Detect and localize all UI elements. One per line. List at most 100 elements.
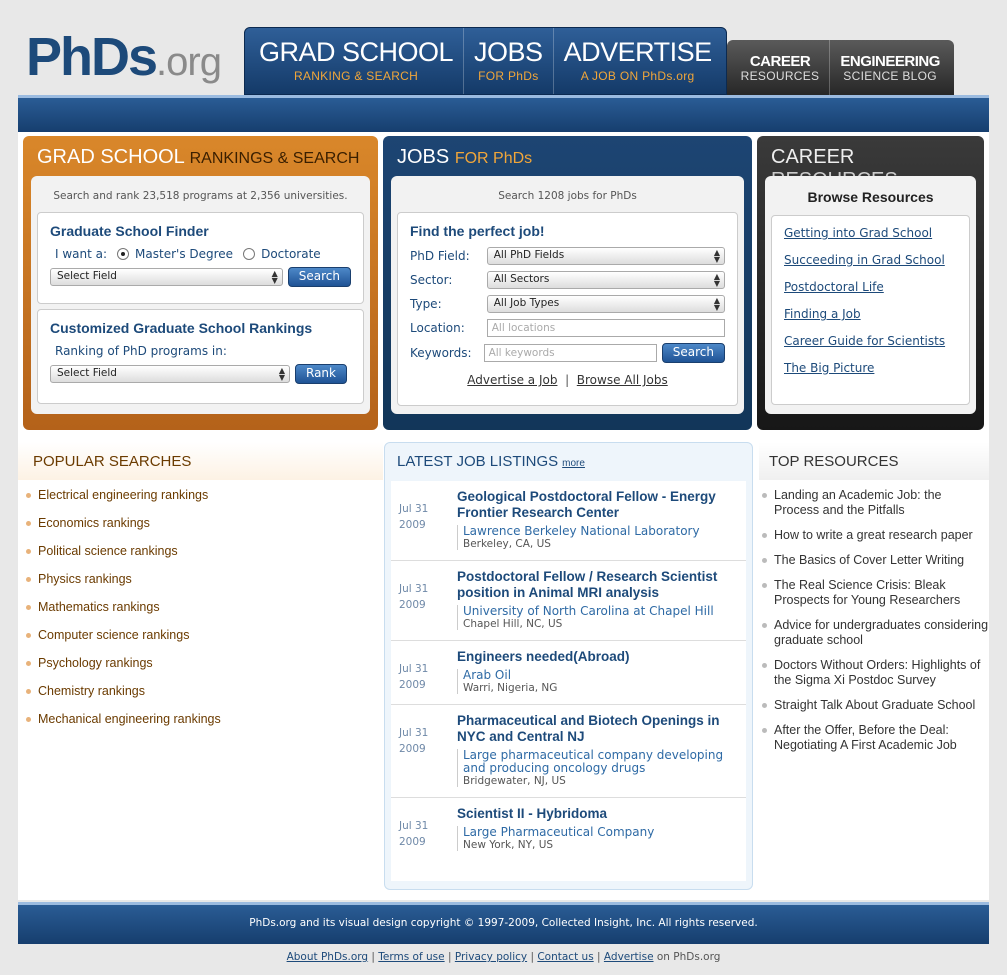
jobs-intro: Search 1208 jobs for PhDs [498, 190, 637, 202]
job-title[interactable]: Postdoctoral Fellow / Research Scientist… [457, 569, 738, 601]
career-link[interactable]: Postdoctoral Life [784, 280, 957, 294]
panel-title: GRAD SCHOOL RANKINGS & SEARCH [37, 146, 360, 168]
content-area: GRAD SCHOOL RANKINGS & SEARCH Search and… [18, 132, 989, 900]
job-links: Advertise a Job | Browse All Jobs [467, 373, 668, 387]
career-link[interactable]: Career Guide for Scientists [784, 334, 957, 348]
keywords-input[interactable]: All keywords [483, 344, 657, 362]
popular-search-item[interactable]: Computer science rankings [18, 628, 383, 656]
nav-grad-school[interactable]: GRAD SCHOOL RANKING & SEARCH [249, 28, 465, 94]
nav-jobs[interactable]: JOBS FOR PhDs [464, 28, 554, 94]
site-logo[interactable]: PhDs.org [26, 30, 222, 84]
career-link[interactable]: Getting into Grad School [784, 226, 957, 240]
popular-search-item[interactable]: Political science rankings [18, 544, 383, 572]
popular-search-item[interactable]: Economics rankings [18, 516, 383, 544]
top-resource-item[interactable]: Landing an Academic Job: the Process and… [759, 488, 989, 528]
footer-link-terms[interactable]: Terms of use [378, 951, 444, 963]
career-links-card: Getting into Grad School Succeeding in G… [771, 215, 970, 405]
footer-link-privacy[interactable]: Privacy policy [455, 951, 527, 963]
top-navigation: GRAD SCHOOL RANKING & SEARCH JOBS FOR PhDs… [244, 27, 954, 96]
job-type-select[interactable]: All Job Types ▲ ▼ [486, 295, 725, 313]
select-arrows-icon: ▲ ▼ [278, 366, 285, 382]
top-resource-item[interactable]: Doctors Without Orders: Highlights of th… [759, 658, 989, 698]
popular-search-item[interactable]: Mechanical engineering rankings [18, 712, 383, 740]
nav-career-resources[interactable]: CAREER RESOURCES [731, 40, 831, 96]
popular-search-item[interactable]: Chemistry rankings [18, 684, 383, 712]
phd-field-select[interactable]: All PhD Fields ▲ ▼ [486, 247, 725, 265]
select-arrows-icon: ▲ ▼ [713, 296, 720, 312]
jobs-panel-body: Search 1208 jobs for PhDs Find the perfe… [391, 176, 744, 414]
job-search-card: Find the perfect job! PhD Field: All PhD … [397, 212, 738, 406]
grad-intro: Search and rank 23,518 programs at 2,356… [53, 190, 348, 202]
copyright-text: PhDs.org and its visual design copyright… [249, 917, 758, 929]
advertise-job-link[interactable]: Advertise a Job [467, 373, 557, 387]
finder-field-select[interactable]: Select Field ▲ ▼ [50, 268, 283, 286]
job-title[interactable]: Scientist II - Hybridoma [457, 806, 738, 822]
top-resource-item[interactable]: Advice for undergraduates considering gr… [759, 618, 989, 658]
popular-searches: POPULAR SEARCHES Electrical engineering … [18, 442, 383, 740]
top-resources: TOP RESOURCES Landing an Academic Job: t… [759, 442, 989, 763]
masters-radio[interactable] [117, 248, 130, 260]
type-label: Type: [410, 297, 442, 311]
job-listing[interactable]: Jul 31 2009 Scientist II - Hybridoma Large… [391, 798, 746, 861]
footer-link-advertise[interactable]: Advertise [604, 951, 654, 963]
location-input[interactable]: All locations [486, 319, 725, 337]
top-resource-item[interactable]: The Basics of Cover Letter Writing [759, 553, 989, 578]
job-listing[interactable]: Jul 31 2009 Postdoctoral Fellow / Researc… [391, 561, 746, 641]
grad-panel-body: Search and rank 23,518 programs at 2,356… [31, 176, 370, 414]
top-resource-item[interactable]: How to write a great research paper [759, 528, 989, 553]
job-location: New York, NY, US [463, 839, 554, 851]
popular-searches-title: POPULAR SEARCHES [18, 442, 383, 480]
finder-card: Graduate School Finder I want a: Master'… [37, 212, 364, 304]
top-resource-item[interactable]: The Real Science Crisis: Bleak Prospects… [759, 578, 989, 618]
main-nav-group: GRAD SCHOOL RANKING & SEARCH JOBS FOR PhDs… [244, 27, 727, 95]
secondary-nav-group: CAREER RESOURCES ENGINEERING SCIENCE BLOG [726, 40, 954, 96]
rank-button[interactable]: Rank [295, 364, 347, 384]
location-label: Location: [410, 321, 465, 335]
job-listing[interactable]: Jul 31 2009 Pharmaceutical and Biotech Op… [391, 705, 746, 798]
job-date: Jul 31 2009 [399, 727, 429, 755]
job-location: Warri, Nigeria, NG [463, 682, 558, 694]
job-company: Large Pharmaceutical Company [463, 825, 655, 839]
doctorate-radio[interactable] [243, 248, 256, 260]
masters-label: Master's Degree [135, 247, 234, 261]
sector-select[interactable]: All Sectors ▲ ▼ [486, 271, 725, 289]
job-company: University of North Carolina at Chapel H… [463, 604, 714, 618]
top-resource-item[interactable]: Straight Talk About Graduate School [759, 698, 989, 723]
doctorate-label: Doctorate [261, 247, 321, 261]
job-date: Jul 31 2009 [399, 820, 429, 848]
career-panel: CAREER RESOURCES Browse Resources Gettin… [757, 136, 984, 430]
select-arrows-icon: ▲ ▼ [713, 248, 720, 264]
career-link[interactable]: The Big Picture [784, 361, 957, 375]
rankings-title: Customized Graduate School Rankings [50, 320, 313, 336]
rankings-field-select[interactable]: Select Field ▲ ▼ [50, 365, 290, 383]
job-title[interactable]: Pharmaceutical and Biotech Openings in N… [457, 713, 738, 745]
career-link[interactable]: Succeeding in Grad School [784, 253, 957, 267]
job-company: Lawrence Berkeley National Laboratory [463, 524, 700, 538]
job-title[interactable]: Engineers needed(Abroad) [457, 649, 738, 665]
job-title[interactable]: Geological Postdoctoral Fellow - Energy … [457, 489, 738, 521]
job-search-button[interactable]: Search [661, 343, 725, 363]
footer-link-about[interactable]: About PhDs.org [287, 951, 368, 963]
browse-resources-title: Browse Resources [807, 189, 934, 205]
popular-search-item[interactable]: Electrical engineering rankings [18, 488, 383, 516]
popular-search-item[interactable]: Mathematics rankings [18, 600, 383, 628]
grad-school-panel: GRAD SCHOOL RANKINGS & SEARCH Search and… [23, 136, 378, 430]
nav-advertise[interactable]: ADVERTISE A JOB ON PhDs.org [554, 28, 722, 94]
more-link[interactable]: more [562, 458, 585, 469]
popular-search-item[interactable]: Psychology rankings [18, 656, 383, 684]
popular-search-item[interactable]: Physics rankings [18, 572, 383, 600]
finder-search-button[interactable]: Search [287, 267, 351, 287]
job-listing[interactable]: Jul 31 2009 Engineers needed(Abroad) Arab … [391, 641, 746, 705]
footer-link-contact[interactable]: Contact us [537, 951, 593, 963]
latest-title: LATEST JOB LISTINGS more [397, 453, 585, 470]
career-link[interactable]: Finding a Job [784, 307, 957, 321]
browse-jobs-link[interactable]: Browse All Jobs [577, 373, 668, 387]
sector-label: Sector: [410, 273, 453, 287]
rankings-subtitle: Ranking of PhD programs in: [55, 344, 227, 358]
top-resource-item[interactable]: After the Offer, Before the Deal: Negoti… [759, 723, 989, 763]
footer-links: About PhDs.org | Terms of use | Privacy … [286, 951, 721, 963]
nav-engineering-blog[interactable]: ENGINEERING SCIENCE BLOG [830, 40, 950, 96]
job-listing[interactable]: Jul 31 2009 Geological Postdoctoral Fello… [391, 481, 746, 561]
panel-title: CAREER RESOURCES [771, 146, 898, 191]
i-want-label: I want a: [55, 247, 108, 261]
